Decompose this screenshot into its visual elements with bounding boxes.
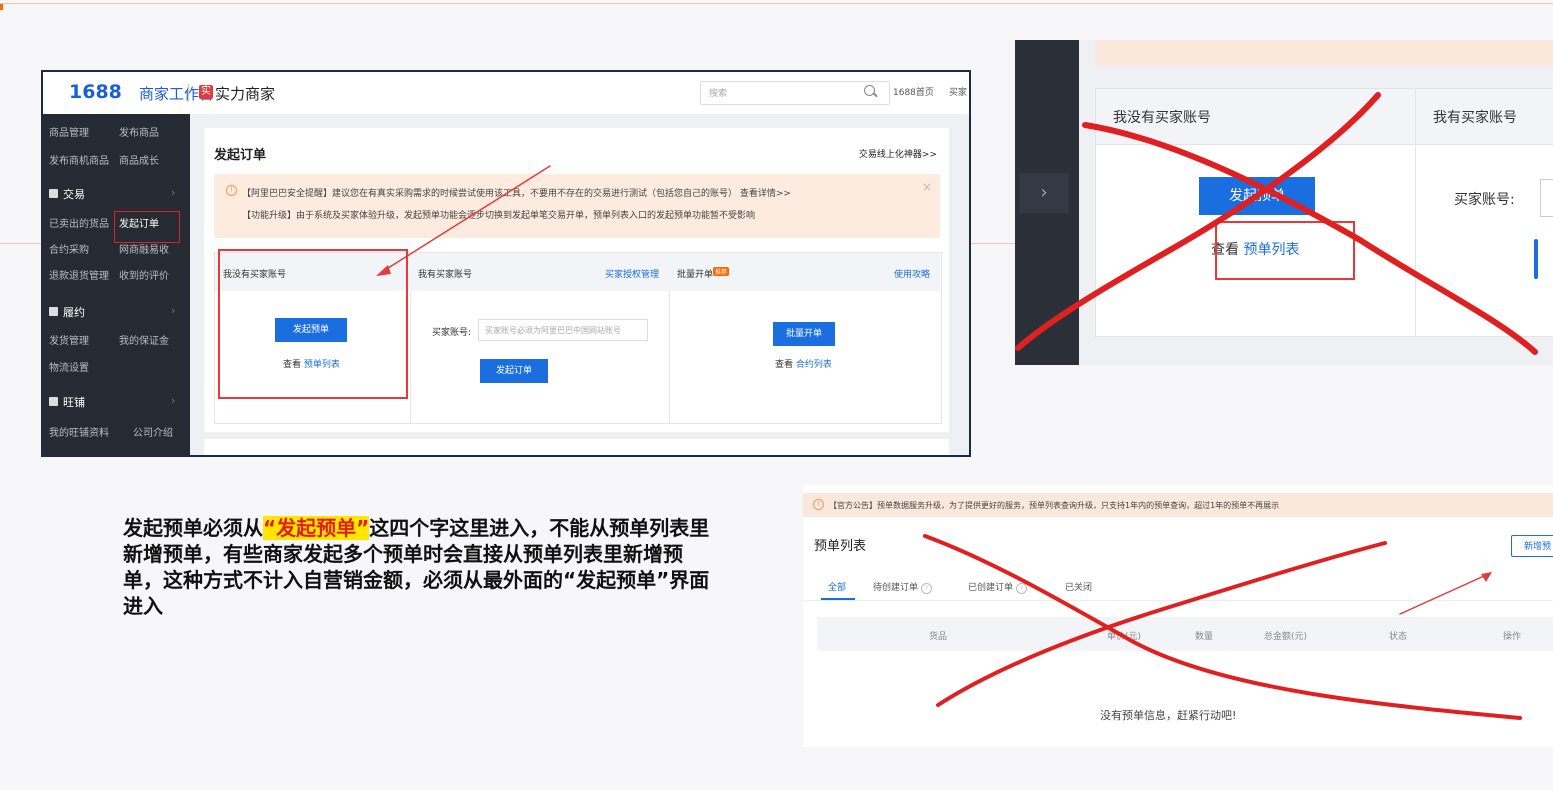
sidebar-group-trade[interactable]: 交易 <box>49 186 85 202</box>
sidebar-item-logistics[interactable]: 物流设置 <box>49 359 89 374</box>
col-price: 单价(元) <box>1107 632 1142 642</box>
close-icon[interactable]: × <box>922 180 932 194</box>
guide-link[interactable]: 使用攻略 <box>894 267 930 280</box>
sidebar-item-shop-profile[interactable]: 我的旺铺资料 <box>49 424 109 439</box>
site-logo[interactable]: 1688 <box>69 81 122 103</box>
tab-created[interactable]: 已创建订单 ? <box>968 580 1027 594</box>
sidebar-item-publish-product[interactable]: 发布商品 <box>119 124 159 139</box>
tab-closed[interactable]: 已关闭 <box>1065 580 1092 593</box>
sidebar-item-product-manage[interactable]: 商品管理 <box>49 124 89 139</box>
buyer-account-label: 买家账号: <box>432 328 472 338</box>
pre-order-list-screenshot: ! 【官方公告】预单数据服务升级，为了提供更好的服务，预单列表查询升级，只支持1… <box>803 485 1553 747</box>
header-link-home[interactable]: 1688首页 <box>893 85 934 98</box>
top-divider <box>0 3 1553 4</box>
create-pre-order-button[interactable]: 发起预单 <box>1199 177 1315 215</box>
trade-icon <box>49 189 58 198</box>
sidebar-item-contract-purchase[interactable]: 合约采购 <box>49 241 89 256</box>
chevron-right-icon[interactable]: › <box>171 186 175 199</box>
official-notice: ! 【官方公告】预单数据服务升级，为了提供更好的服务，预单列表查询升级，只支持1… <box>803 493 1553 517</box>
col-actions: 操作 <box>1503 632 1522 642</box>
search-icon[interactable] <box>864 85 875 96</box>
sidebar: 商品管理 发布商品 发布商机商品 商品成长 交易 › 已卖出的货品 发起订单 合… <box>43 114 190 455</box>
order-page-screenshot: 1688 商家工作台 实 实力商家 搜索 1688首页 买家 商品管理 发布商品… <box>41 70 971 457</box>
help-icon: ? <box>920 583 932 594</box>
brand-label: 实力商家 <box>215 85 276 103</box>
option-title-has-buyer: 我有买家账号 <box>1433 110 1517 126</box>
truck-icon <box>49 307 58 316</box>
header-link-buyer[interactable]: 买家 <box>949 85 967 98</box>
zoomed-order-option: › 我没有买家账号 我有买家账号 发起预单 查看 预单列表 买家账号: <box>1015 40 1553 365</box>
trade-tools-link[interactable]: 交易线上化神器>> <box>859 147 937 160</box>
button-edge[interactable] <box>1534 239 1538 279</box>
page-title: 发起订单 <box>214 148 267 163</box>
header-separator <box>188 84 189 102</box>
buyer-auth-link[interactable]: 买家授权管理 <box>605 267 659 280</box>
contract-list-link[interactable]: 合约列表 <box>796 360 832 370</box>
collapsed-sidebar: › <box>1015 40 1079 365</box>
highlighted-phrase: “发起预单” <box>263 516 370 540</box>
shop-icon <box>49 397 58 406</box>
info-icon: ! <box>226 185 237 196</box>
info-icon: ! <box>813 499 824 510</box>
notice-strip <box>1095 40 1553 66</box>
option-title: 批量开单 推荐 <box>677 267 730 280</box>
sidebar-item-publish-opportunity[interactable]: 发布商机商品 <box>49 152 109 167</box>
help-icon: ? <box>1015 583 1027 594</box>
chevron-right-icon[interactable]: › <box>1019 173 1069 213</box>
sidebar-item-finance[interactable]: 网商融易收 <box>119 241 169 256</box>
buyer-account-label: 买家账号: <box>1454 192 1515 208</box>
buyer-account-input[interactable] <box>1540 179 1553 217</box>
sidebar-item-company-intro[interactable]: 公司介绍 <box>133 424 173 439</box>
col-goods: 货品 <box>929 632 948 642</box>
chevron-right-icon[interactable]: › <box>171 304 175 317</box>
buyer-account-input[interactable]: 买家账号必须为阿里巴巴中国网站账号 <box>478 319 648 341</box>
empty-message: 没有预单信息，赶紧行动吧! <box>1100 709 1237 722</box>
security-notice: ! 【阿里巴巴安全提醒】建议您在有真实采购需求的时候尝试使用该工具，不要用不存在… <box>214 174 940 238</box>
notice-text: 【官方公告】预单数据服务升级，为了提供更好的服务，预单列表查询升级，只支持1年内… <box>829 501 1280 510</box>
notice-line-1: 【阿里巴巴安全提醒】建议您在有真实采购需求的时候尝试使用该工具，不要用不存在的交… <box>242 189 791 199</box>
batch-order-button[interactable]: 批量开单 <box>773 322 835 346</box>
sidebar-item-refund[interactable]: 退款退货管理 <box>49 267 109 282</box>
sidebar-item-shipping[interactable]: 发货管理 <box>49 332 89 347</box>
search-input[interactable]: 搜索 <box>700 81 890 105</box>
option-batch: 批量开单 推荐 使用攻略 批量开单 查看 合约列表 <box>669 253 940 423</box>
sidebar-item-sold-goods[interactable]: 已卖出的货品 <box>49 215 109 230</box>
option-title-no-buyer: 我没有买家账号 <box>1113 110 1211 126</box>
lower-card <box>204 439 949 455</box>
col-qty: 数量 <box>1195 632 1214 642</box>
instruction-caption: 发起预单必须从“发起预单”这四个字这里进入，不能从预单列表里新增预单，有些商家发… <box>123 516 710 618</box>
annotation-box-no-buyer <box>218 249 408 399</box>
top-header: 1688 商家工作台 实 实力商家 搜索 1688首页 买家 <box>43 72 969 115</box>
search-placeholder: 搜索 <box>709 89 728 99</box>
tab-all[interactable]: 全部 <box>828 580 846 593</box>
status-tabs: 全部 待创建订单 ? 已创建订单 ? 已关闭 <box>803 570 1553 601</box>
new-pre-order-button[interactable]: 新增预 <box>1511 535 1553 557</box>
sidebar-item-deposit[interactable]: 我的保证金 <box>119 332 169 347</box>
annotation-box-sidebar <box>114 211 180 243</box>
option-has-buyer: 我有买家账号 买家授权管理 买家账号: 买家账号必须为阿里巴巴中国网站账号 发起订… <box>410 253 670 423</box>
sidebar-item-product-growth[interactable]: 商品成长 <box>119 152 159 167</box>
recommend-badge: 推荐 <box>713 267 730 276</box>
sidebar-group-fulfill[interactable]: 履约 <box>49 304 85 320</box>
view-contract-list: 查看 合约列表 <box>775 360 832 370</box>
chevron-right-icon[interactable]: › <box>171 394 175 407</box>
list-title: 预单列表 <box>814 539 867 554</box>
table-header: 货品 单价(元) 数量 总金额(元) 状态 操作 <box>817 617 1553 651</box>
notice-line-2: 【功能升级】由于系统及买家体验升级，发起预单功能会逐步切换到发起单笔交易开单，预… <box>242 211 756 221</box>
col-total: 总金额(元) <box>1264 632 1308 642</box>
sidebar-item-reviews[interactable]: 收到的评价 <box>119 267 169 282</box>
strength-merchant-icon: 实 <box>199 85 213 99</box>
col-status: 状态 <box>1389 632 1408 642</box>
option-title: 我有买家账号 <box>418 270 473 280</box>
sidebar-group-shop[interactable]: 旺铺 <box>49 394 85 410</box>
create-order-button[interactable]: 发起订单 <box>480 359 548 383</box>
annotation-box-list-link <box>1215 221 1355 280</box>
active-tab-indicator <box>821 598 855 600</box>
top-accent-mark <box>0 4 3 10</box>
tab-pending[interactable]: 待创建订单 ? <box>873 580 932 594</box>
order-options-card: 我没有买家账号 我有买家账号 发起预单 查看 预单列表 买家账号: <box>1095 88 1553 337</box>
